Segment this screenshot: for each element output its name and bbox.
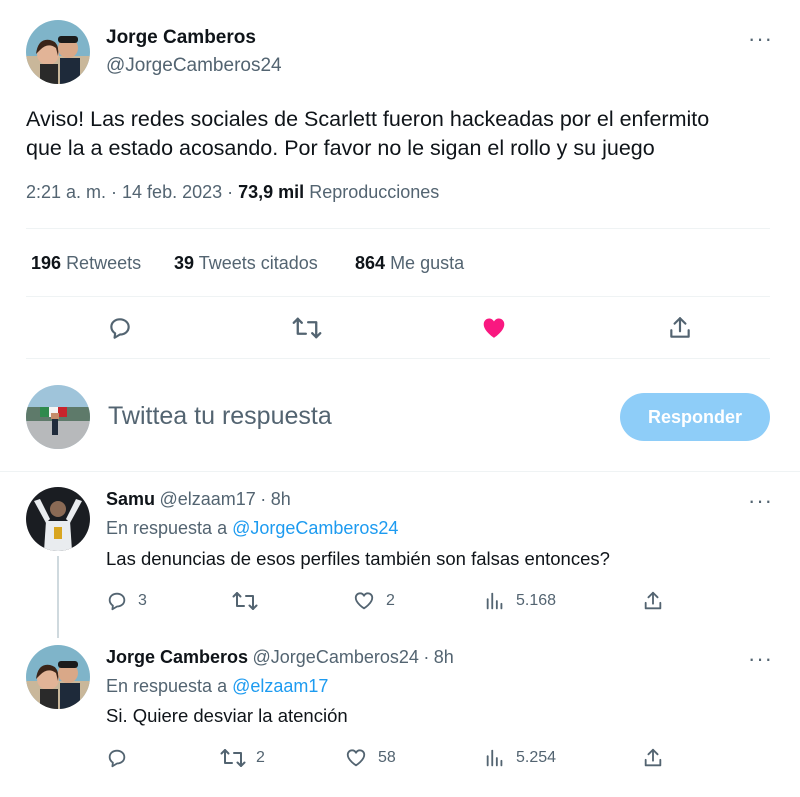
retweet-count: 2: [256, 749, 265, 766]
reply-text: Las denuncias de esos perfiles también s…: [106, 548, 610, 569]
share-action[interactable]: [642, 590, 664, 612]
retweet-icon: [232, 592, 258, 610]
reply-author-handle[interactable]: @JorgeCamberos24: [253, 647, 419, 667]
share-icon: [644, 748, 662, 767]
thread-line: [57, 556, 59, 638]
quotes-stat[interactable]: 39 Tweets citados: [174, 253, 318, 274]
reply-2-header: Jorge Camberos @JorgeCamberos24 · 8h: [106, 647, 454, 668]
author-name[interactable]: Jorge Camberos: [106, 27, 256, 49]
views-label: Reproducciones: [309, 182, 440, 202]
retweets-label: Retweets: [66, 253, 142, 273]
tweet-timestamp[interactable]: 2:21 a. m. · 14 feb. 2023 ·: [26, 182, 233, 202]
in-reply-to: En respuesta a @elzaam17: [106, 676, 328, 697]
likes-label: Me gusta: [390, 253, 465, 273]
reply-age[interactable]: 8h: [434, 647, 454, 667]
in-reply-prefix: En respuesta a: [106, 676, 228, 696]
share-icon: [644, 591, 662, 610]
heart-icon: [354, 592, 374, 610]
likes-stat[interactable]: 864 Me gusta: [355, 253, 464, 274]
analytics-icon: [486, 592, 503, 610]
view-count: 5.168: [516, 592, 557, 609]
in-reply-link[interactable]: @elzaam17: [232, 676, 328, 696]
retweets-count: 196: [31, 253, 62, 273]
tweet-meta: 2:21 a. m. · 14 feb. 2023 · 73,9 mil Rep…: [26, 182, 439, 203]
reply-avatar[interactable]: [26, 645, 90, 709]
views-action[interactable]: 5.254: [484, 747, 556, 769]
share-action[interactable]: [642, 747, 664, 769]
reply-age[interactable]: 8h: [271, 489, 291, 509]
views-action[interactable]: 5.168: [484, 590, 556, 612]
author-handle[interactable]: @JorgeCamberos24: [106, 55, 282, 77]
like-action[interactable]: 2: [352, 590, 395, 612]
heart-icon: [346, 749, 366, 767]
author-avatar[interactable]: [26, 20, 90, 84]
retweet-action[interactable]: 2: [220, 747, 265, 769]
analytics-icon: [486, 749, 503, 767]
separator-dot: ·: [423, 647, 430, 667]
divider: [26, 358, 770, 359]
divider: [26, 296, 770, 297]
more-options-icon[interactable]: ···: [748, 28, 773, 50]
heart-filled-icon: [483, 318, 505, 338]
quotes-label: Tweets citados: [198, 253, 318, 273]
reply-action[interactable]: 3: [106, 590, 147, 612]
like-count: 2: [386, 592, 395, 609]
likes-count: 864: [355, 253, 386, 273]
view-count: 5.254: [516, 749, 557, 766]
composer-avatar[interactable]: [26, 385, 90, 449]
divider: [0, 471, 800, 472]
like-count: 58: [378, 749, 396, 766]
reply-icon: [108, 749, 126, 768]
retweet-icon: [220, 749, 246, 767]
divider: [26, 228, 770, 229]
share-button[interactable]: [664, 312, 696, 344]
reply-icon: [110, 318, 130, 339]
in-reply-prefix: En respuesta a: [106, 518, 228, 538]
reply-author-handle[interactable]: @elzaam17: [159, 489, 255, 509]
more-options-icon[interactable]: ···: [748, 648, 773, 670]
share-icon: [670, 317, 690, 338]
reply-input[interactable]: Twittea tu respuesta: [108, 402, 332, 431]
views-count[interactable]: 73,9 mil: [238, 182, 304, 202]
retweet-button[interactable]: [290, 312, 324, 344]
reply-1-header: Samu @elzaam17 · 8h: [106, 489, 291, 510]
separator-dot: ·: [260, 489, 267, 509]
reply-button[interactable]: [104, 312, 136, 344]
reply-count: 3: [138, 592, 147, 609]
reply-avatar[interactable]: [26, 487, 90, 551]
in-reply-link[interactable]: @JorgeCamberos24: [232, 518, 398, 538]
retweet-action[interactable]: [232, 590, 268, 612]
tweet-text-line-2: que la a estado acosando. Por favor no l…: [26, 136, 655, 160]
tweet-text-line-1: Aviso! Las redes sociales de Scarlett fu…: [26, 107, 710, 131]
reply-author-name[interactable]: Jorge Camberos: [106, 647, 248, 667]
reply-text: Si. Quiere desviar la atención: [106, 705, 348, 726]
reply-action[interactable]: [106, 747, 138, 769]
respond-button[interactable]: Responder: [620, 393, 770, 441]
retweets-stat[interactable]: 196 Retweets: [31, 253, 141, 274]
retweet-icon: [292, 317, 322, 339]
more-options-icon[interactable]: ···: [748, 490, 773, 512]
reply-icon: [108, 592, 126, 611]
in-reply-to: En respuesta a @JorgeCamberos24: [106, 518, 398, 539]
like-button[interactable]: [478, 312, 510, 344]
reply-author-name[interactable]: Samu: [106, 489, 155, 509]
like-action[interactable]: 58: [344, 747, 396, 769]
quotes-count: 39: [174, 253, 195, 273]
tweet-text: Aviso! Las redes sociales de Scarlett fu…: [26, 105, 786, 163]
